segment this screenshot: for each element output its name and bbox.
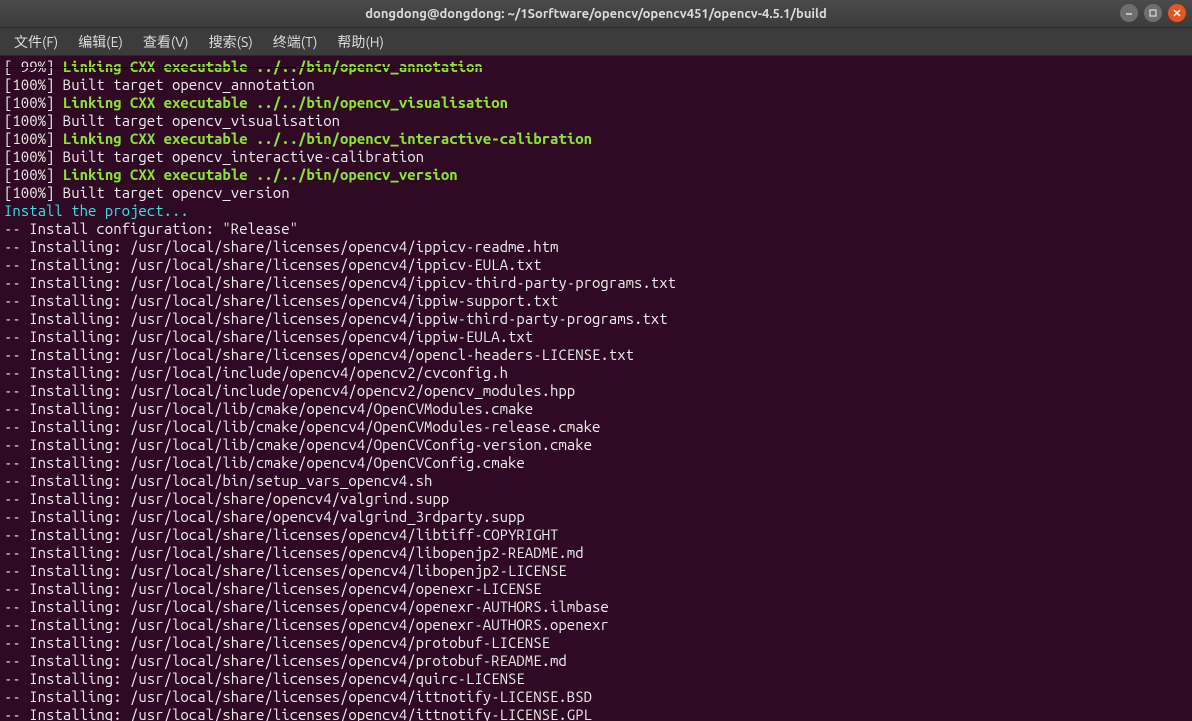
terminal-line: -- Installing: /usr/local/share/licenses… (4, 292, 1188, 310)
build-percent: [ 99%] (4, 58, 63, 75)
terminal-line: -- Installing: /usr/local/lib/cmake/open… (4, 436, 1188, 454)
install-line: -- Installing: /usr/local/share/licenses… (4, 598, 609, 615)
terminal-line: -- Installing: /usr/local/bin/setup_vars… (4, 472, 1188, 490)
linking-message: Linking CXX executable ../../bin/opencv_… (63, 130, 592, 147)
terminal-line: -- Installing: /usr/local/include/opencv… (4, 364, 1188, 382)
install-line: -- Installing: /usr/local/include/opencv… (4, 364, 508, 381)
terminal-line: -- Installing: /usr/local/share/licenses… (4, 328, 1188, 346)
terminal-line: [100%] Built target opencv_interactive-c… (4, 148, 1188, 166)
install-header: Install the project... (4, 202, 189, 219)
terminal-line: -- Installing: /usr/local/share/licenses… (4, 256, 1188, 274)
terminal-line: -- Installing: /usr/local/lib/cmake/open… (4, 454, 1188, 472)
build-percent: [100%] (4, 166, 63, 183)
close-icon (1172, 8, 1182, 18)
terminal-line: -- Installing: /usr/local/share/licenses… (4, 310, 1188, 328)
terminal-line: -- Installing: /usr/local/share/licenses… (4, 652, 1188, 670)
menu-help[interactable]: 帮助(H) (327, 28, 394, 56)
terminal-line: Install the project... (4, 202, 1188, 220)
terminal-line: -- Installing: /usr/local/lib/cmake/open… (4, 418, 1188, 436)
built-message: [100%] Built target opencv_interactive-c… (4, 148, 424, 165)
linking-message: Linking CXX executable ../../bin/opencv_… (63, 166, 458, 183)
install-config: -- Install configuration: "Release" (4, 220, 298, 237)
terminal-line: [100%] Linking CXX executable ../../bin/… (4, 94, 1188, 112)
install-line: -- Installing: /usr/local/share/licenses… (4, 616, 609, 633)
build-percent: [100%] (4, 130, 63, 147)
close-button[interactable] (1168, 4, 1186, 22)
install-line: -- Installing: /usr/local/share/licenses… (4, 544, 584, 561)
terminal-line: -- Installing: /usr/local/share/licenses… (4, 670, 1188, 688)
terminal-line: -- Installing: /usr/local/share/licenses… (4, 274, 1188, 292)
built-message: [100%] Built target opencv_version (4, 184, 290, 201)
maximize-icon (1148, 8, 1158, 18)
install-line: -- Installing: /usr/local/share/licenses… (4, 526, 558, 543)
terminal-line: -- Installing: /usr/local/share/licenses… (4, 634, 1188, 652)
install-line: -- Installing: /usr/local/share/licenses… (4, 292, 558, 309)
install-line: -- Installing: /usr/local/lib/cmake/open… (4, 400, 533, 417)
terminal-line: -- Installing: /usr/local/lib/cmake/open… (4, 400, 1188, 418)
window-controls (1120, 4, 1186, 22)
menu-bar: 文件(F) 编辑(E) 查看(V) 搜索(S) 终端(T) 帮助(H) (0, 28, 1192, 56)
install-line: -- Installing: /usr/local/lib/cmake/open… (4, 454, 525, 471)
terminal-line: -- Installing: /usr/local/include/opencv… (4, 382, 1188, 400)
install-line: -- Installing: /usr/local/share/licenses… (4, 634, 550, 651)
install-line: -- Installing: /usr/local/share/licenses… (4, 274, 676, 291)
terminal-line: [100%] Built target opencv_annotation (4, 76, 1188, 94)
install-line: -- Installing: /usr/local/bin/setup_vars… (4, 472, 432, 489)
terminal-line: [ 99%] Linking CXX executable ../../bin/… (4, 58, 1188, 76)
install-line: -- Installing: /usr/local/share/licenses… (4, 652, 567, 669)
terminal-line: [100%] Linking CXX executable ../../bin/… (4, 130, 1188, 148)
terminal-line: -- Installing: /usr/local/share/licenses… (4, 580, 1188, 598)
install-line: -- Installing: /usr/local/share/licenses… (4, 580, 542, 597)
menu-search[interactable]: 搜索(S) (199, 28, 263, 56)
window-titlebar: dongdong@dongdong: ~/1Sorftware/opencv/o… (0, 0, 1192, 28)
terminal-line: -- Installing: /usr/local/share/licenses… (4, 238, 1188, 256)
install-line: -- Installing: /usr/local/share/licenses… (4, 562, 567, 579)
menu-terminal[interactable]: 终端(T) (263, 28, 328, 56)
terminal-line: -- Installing: /usr/local/share/licenses… (4, 598, 1188, 616)
terminal-line: [100%] Linking CXX executable ../../bin/… (4, 166, 1188, 184)
install-line: -- Installing: /usr/local/share/licenses… (4, 706, 592, 721)
install-line: -- Installing: /usr/local/share/licenses… (4, 238, 558, 255)
menu-view[interactable]: 查看(V) (133, 28, 199, 56)
install-line: -- Installing: /usr/local/share/licenses… (4, 346, 634, 363)
minimize-icon (1124, 8, 1134, 18)
terminal-line: -- Installing: /usr/local/share/licenses… (4, 688, 1188, 706)
install-line: -- Installing: /usr/local/share/opencv4/… (4, 490, 449, 507)
terminal-line: -- Installing: /usr/local/share/licenses… (4, 562, 1188, 580)
minimize-button[interactable] (1120, 4, 1138, 22)
install-line: -- Installing: /usr/local/lib/cmake/open… (4, 418, 600, 435)
maximize-button[interactable] (1144, 4, 1162, 22)
terminal-output[interactable]: [ 99%] Linking CXX executable ../../bin/… (0, 56, 1192, 721)
terminal-line: -- Install configuration: "Release" (4, 220, 1188, 238)
install-line: -- Installing: /usr/local/share/licenses… (4, 328, 533, 345)
terminal-line: -- Installing: /usr/local/share/licenses… (4, 526, 1188, 544)
install-line: -- Installing: /usr/local/lib/cmake/open… (4, 436, 592, 453)
terminal-line: [100%] Built target opencv_visualisation (4, 112, 1188, 130)
install-line: -- Installing: /usr/local/share/licenses… (4, 310, 668, 327)
terminal-line: -- Installing: /usr/local/share/opencv4/… (4, 490, 1188, 508)
terminal-line: [100%] Built target opencv_version (4, 184, 1188, 202)
window-title: dongdong@dongdong: ~/1Sorftware/opencv/o… (365, 7, 827, 21)
terminal-line: -- Installing: /usr/local/share/licenses… (4, 706, 1188, 721)
built-message: [100%] Built target opencv_visualisation (4, 112, 340, 129)
terminal-line: -- Installing: /usr/local/share/opencv4/… (4, 508, 1188, 526)
install-line: -- Installing: /usr/local/share/licenses… (4, 688, 592, 705)
install-line: -- Installing: /usr/local/share/licenses… (4, 256, 542, 273)
built-message: [100%] Built target opencv_annotation (4, 76, 315, 93)
linking-message: Linking CXX executable ../../bin/opencv_… (63, 94, 508, 111)
menu-file[interactable]: 文件(F) (4, 28, 68, 56)
menu-edit[interactable]: 编辑(E) (68, 28, 133, 56)
terminal-line: -- Installing: /usr/local/share/licenses… (4, 346, 1188, 364)
install-line: -- Installing: /usr/local/share/licenses… (4, 670, 525, 687)
install-line: -- Installing: /usr/local/share/opencv4/… (4, 508, 525, 525)
build-percent: [100%] (4, 94, 63, 111)
terminal-line: -- Installing: /usr/local/share/licenses… (4, 544, 1188, 562)
install-line: -- Installing: /usr/local/include/opencv… (4, 382, 575, 399)
terminal-line: -- Installing: /usr/local/share/licenses… (4, 616, 1188, 634)
linking-message: Linking CXX executable ../../bin/opencv_… (63, 58, 483, 75)
